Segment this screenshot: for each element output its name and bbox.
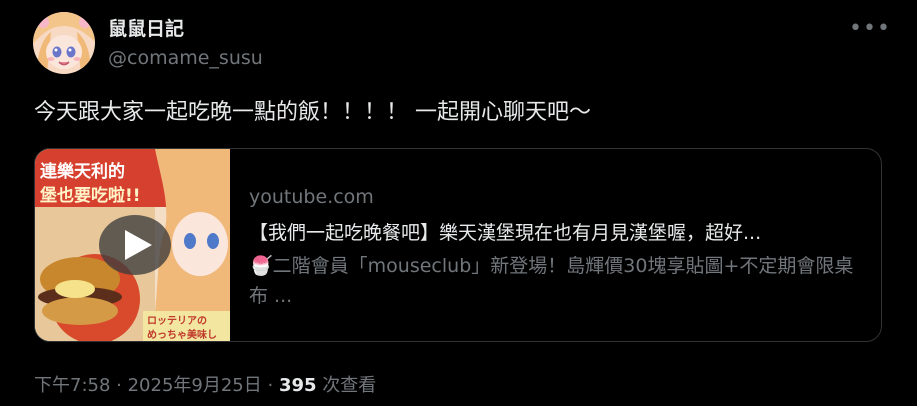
author-handle[interactable]: @comame_susu [108, 47, 263, 69]
thumbnail-text-sign: ロッテリアの [147, 315, 207, 327]
card-domain: youtube.com [249, 186, 374, 208]
more-horizontal-icon: ••• [849, 16, 891, 41]
card-description-text: 二階會員「mouseclub」新登場！島輝價30塊享貼圖+不定期會限桌布 ... [249, 255, 854, 307]
meta-separator: · [110, 375, 128, 396]
thumbnail-text-bottom: めっちゃ美味し [147, 328, 217, 341]
card-description: 🍧二階會員「mouseclub」新登場！島輝價30塊享貼圖+不定期會限桌布 ..… [249, 251, 867, 311]
tweet-text: 今天跟大家一起吃晚一點的飯！！！！ 一起開心聊天吧～ [34, 100, 591, 125]
views-count[interactable]: 395 [279, 375, 317, 396]
meta-separator: · [261, 375, 279, 396]
tweet-date[interactable]: 2025年9月25日 [128, 375, 262, 396]
tweet-time[interactable]: 下午7:58 [34, 375, 110, 396]
avatar[interactable] [33, 12, 95, 74]
card-title: 【我們一起吃晚餐吧】樂天漢堡現在也有月見漢堡喔，超好... [249, 222, 762, 244]
thumbnail-text-mid: 堡也要吃啦!! [40, 185, 141, 206]
more-options-button[interactable]: ••• [849, 14, 891, 44]
play-icon[interactable] [90, 215, 180, 275]
thumbnail-text-top: 連樂天利的 [40, 161, 125, 182]
views-label: 次查看 [316, 375, 377, 396]
author-display-name[interactable]: 鼠鼠日記 [108, 14, 184, 41]
tweet-meta: 下午7:58 · 2025年9月25日 · 395 次查看 [34, 371, 376, 397]
shaved-ice-emoji: 🍧 [249, 255, 273, 277]
link-card[interactable]: 連樂天利的 堡也要吃啦!! ロッテリアの めっちゃ美味し youtube.com… [34, 148, 882, 342]
video-thumbnail[interactable]: 連樂天利的 堡也要吃啦!! ロッテリアの めっちゃ美味し [35, 149, 230, 341]
